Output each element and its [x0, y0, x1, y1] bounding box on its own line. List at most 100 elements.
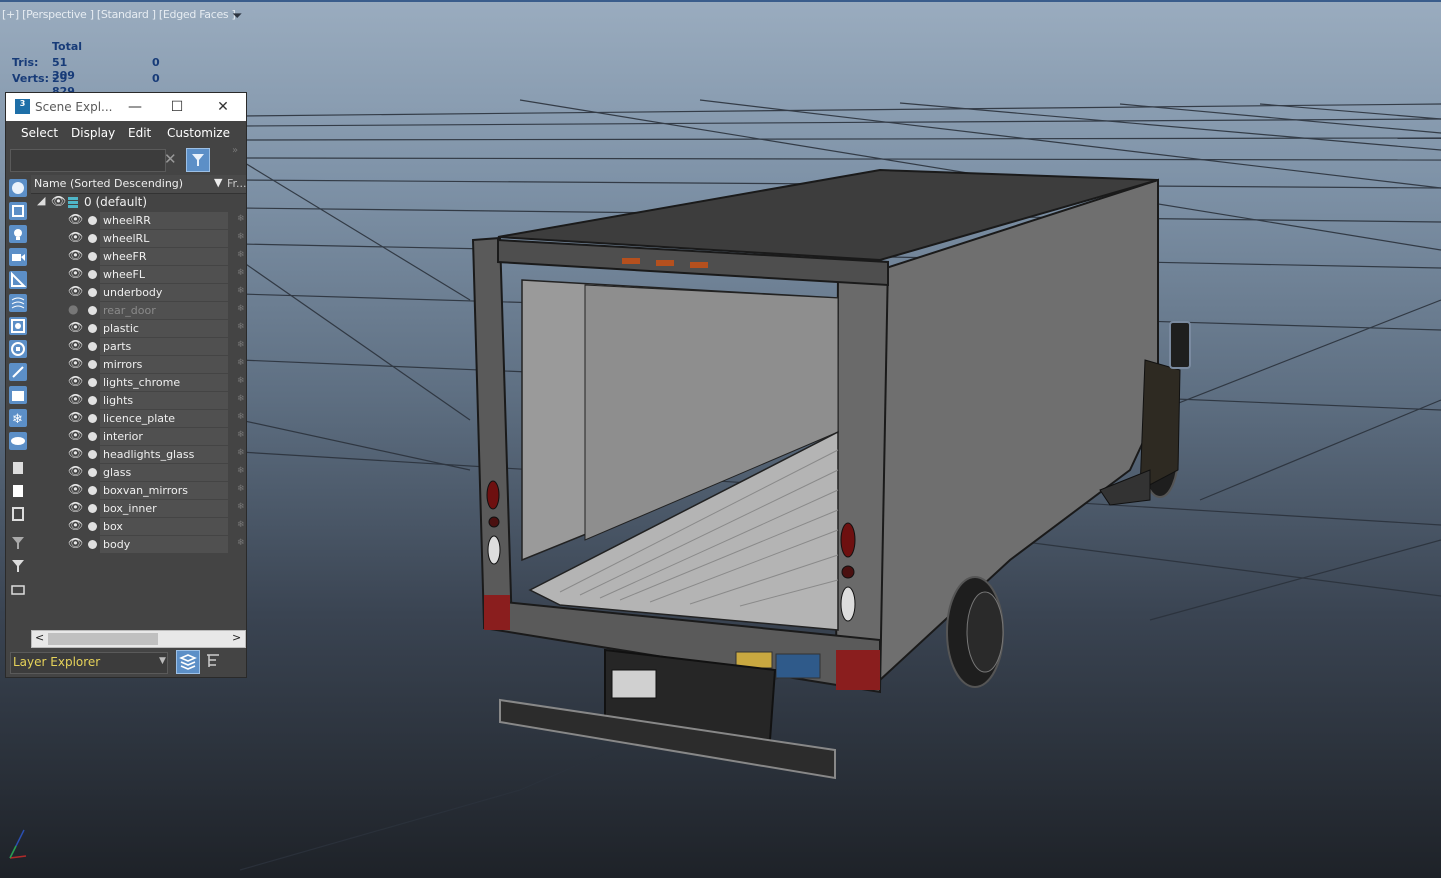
tree-row[interactable]: 👁 boxvan_mirrors ❄ — [31, 482, 246, 499]
close-icon[interactable]: ✕ — [209, 97, 237, 117]
freeze-icon[interactable]: ❄ — [237, 394, 245, 404]
render-dot-icon[interactable] — [88, 396, 97, 405]
hidden-icon[interactable] — [9, 432, 27, 450]
object-name[interactable]: licence_plate — [100, 410, 228, 427]
render-dot-icon[interactable] — [88, 306, 97, 315]
render-dot-icon[interactable] — [88, 378, 97, 387]
scrollbar-thumb[interactable] — [48, 633, 158, 645]
freeze-icon[interactable]: ❄ — [237, 484, 245, 494]
filter-settings-icon[interactable] — [9, 534, 27, 552]
containers-icon[interactable] — [9, 386, 27, 404]
funnel-icon[interactable]: ⏷ — [232, 9, 242, 24]
render-dot-icon[interactable] — [88, 270, 97, 279]
scene-tree[interactable]: ◢ 👁 0 (default) 👁 wheelRR ❄ 👁 wheelRL ❄ 👁 wheeF… — [31, 194, 246, 624]
tree-row[interactable]: 👁 wheelRR ❄ — [31, 212, 246, 229]
xrefs-icon[interactable] — [9, 340, 27, 358]
render-dot-icon[interactable] — [88, 450, 97, 459]
tree-row[interactable]: 👁 mirrors ❄ — [31, 356, 246, 373]
search-input[interactable] — [10, 149, 166, 172]
object-name[interactable]: boxvan_mirrors — [100, 482, 228, 499]
object-name[interactable]: box — [100, 518, 228, 535]
overflow-chevron-icon[interactable]: » — [232, 145, 238, 156]
scroll-left-icon[interactable]: < — [35, 631, 44, 644]
object-name[interactable]: lights_chrome — [100, 374, 228, 391]
eye-icon[interactable]: 👁 — [68, 392, 83, 406]
render-dot-icon[interactable] — [88, 540, 97, 549]
menu-customize[interactable]: Customize — [167, 126, 230, 140]
tree-row[interactable]: ● rear_door ❄ — [31, 302, 246, 319]
tree-row[interactable]: 👁 underbody ❄ — [31, 284, 246, 301]
name-column-header[interactable]: Name (Sorted Descending) ▼ Fr... — [31, 175, 247, 194]
menu-display[interactable]: Display — [71, 126, 115, 140]
render-dot-icon[interactable] — [88, 288, 97, 297]
column-frozen-label[interactable]: Fr... — [227, 177, 247, 190]
render-dot-icon[interactable] — [88, 486, 97, 495]
tree-row[interactable]: 👁 lights ❄ — [31, 392, 246, 409]
horizontal-scrollbar[interactable]: < > — [31, 630, 246, 648]
tree-row[interactable]: 👁 body ❄ — [31, 536, 246, 553]
shapes-icon[interactable] — [9, 202, 27, 220]
object-name[interactable]: parts — [100, 338, 228, 355]
eye-icon[interactable]: ● — [68, 302, 78, 316]
object-name[interactable]: plastic — [100, 320, 228, 337]
eye-icon[interactable]: 👁 — [68, 230, 83, 244]
render-dot-icon[interactable] — [88, 414, 97, 423]
minimize-icon[interactable]: — — [121, 97, 149, 117]
eye-icon[interactable]: 👁 — [68, 374, 83, 388]
tree-row[interactable]: 👁 lights_chrome ❄ — [31, 374, 246, 391]
layers-toggle-button[interactable] — [176, 650, 200, 674]
sort-arrow-icon[interactable]: ▼ — [214, 176, 222, 189]
eye-icon[interactable]: 👁 — [68, 428, 83, 442]
eye-icon[interactable]: 👁 — [68, 212, 83, 226]
tree-row[interactable]: 👁 glass ❄ — [31, 464, 246, 481]
eye-icon[interactable]: 👁 — [68, 482, 83, 496]
freeze-icon[interactable]: ❄ — [237, 376, 245, 386]
object-name[interactable]: wheelRL — [100, 230, 228, 247]
object-name[interactable]: mirrors — [100, 356, 228, 373]
layer-root-row[interactable]: ◢ 👁 0 (default) — [31, 194, 246, 212]
render-dot-icon[interactable] — [88, 342, 97, 351]
maximize-icon[interactable]: ☐ — [163, 97, 191, 117]
invert-icon[interactable] — [9, 505, 27, 523]
freeze-icon[interactable]: ❄ — [237, 304, 245, 314]
groups-icon[interactable] — [9, 317, 27, 335]
render-dot-icon[interactable] — [88, 216, 97, 225]
eye-icon[interactable]: 👁 — [68, 266, 83, 280]
tree-row[interactable]: 👁 wheeFL ❄ — [31, 266, 246, 283]
explorer-titlebar[interactable]: 3 Scene Expl... — ☐ ✕ — [6, 93, 246, 121]
eye-icon[interactable]: 👁 — [68, 500, 83, 514]
eye-icon[interactable]: 👁 — [68, 356, 83, 370]
freeze-icon[interactable]: ❄ — [237, 286, 245, 296]
render-dot-icon[interactable] — [88, 324, 97, 333]
filter-icon[interactable] — [9, 557, 27, 575]
tree-row[interactable]: 👁 parts ❄ — [31, 338, 246, 355]
eye-icon[interactable]: 👁 — [68, 446, 83, 460]
explorer-type-select[interactable]: Layer Explorer ▼ — [10, 652, 168, 674]
object-name[interactable]: lights — [100, 392, 228, 409]
eye-icon[interactable]: 👁 — [68, 338, 83, 352]
object-name[interactable]: wheeFR — [100, 248, 228, 265]
hierarchy-icon[interactable] — [204, 652, 222, 670]
eye-icon[interactable]: 👁 — [68, 248, 83, 262]
frozen-icon[interactable]: ❄ — [9, 409, 27, 427]
scroll-right-icon[interactable]: > — [232, 631, 241, 644]
freeze-icon[interactable]: ❄ — [237, 358, 245, 368]
render-dot-icon[interactable] — [88, 432, 97, 441]
display-none-icon[interactable] — [9, 482, 27, 500]
menu-select[interactable]: Select — [21, 126, 58, 140]
spacewarps-icon[interactable] — [9, 294, 27, 312]
cameras-icon[interactable] — [9, 248, 27, 266]
eye-icon[interactable]: 👁 — [51, 194, 66, 208]
freeze-icon[interactable]: ❄ — [237, 466, 245, 476]
tree-row[interactable]: 👁 box_inner ❄ — [31, 500, 246, 517]
eye-icon[interactable]: 👁 — [68, 410, 83, 424]
eye-icon[interactable]: 👁 — [68, 518, 83, 532]
scene-explorer-window[interactable]: 3 Scene Expl... — ☐ ✕ Select Display Edi… — [5, 92, 247, 678]
tree-row[interactable]: 👁 box ❄ — [31, 518, 246, 535]
render-dot-icon[interactable] — [88, 252, 97, 261]
eye-icon[interactable]: 👁 — [68, 464, 83, 478]
freeze-icon[interactable]: ❄ — [237, 430, 245, 440]
tree-row[interactable]: 👁 interior ❄ — [31, 428, 246, 445]
bones-icon[interactable] — [9, 363, 27, 381]
object-name[interactable]: wheelRR — [100, 212, 228, 229]
